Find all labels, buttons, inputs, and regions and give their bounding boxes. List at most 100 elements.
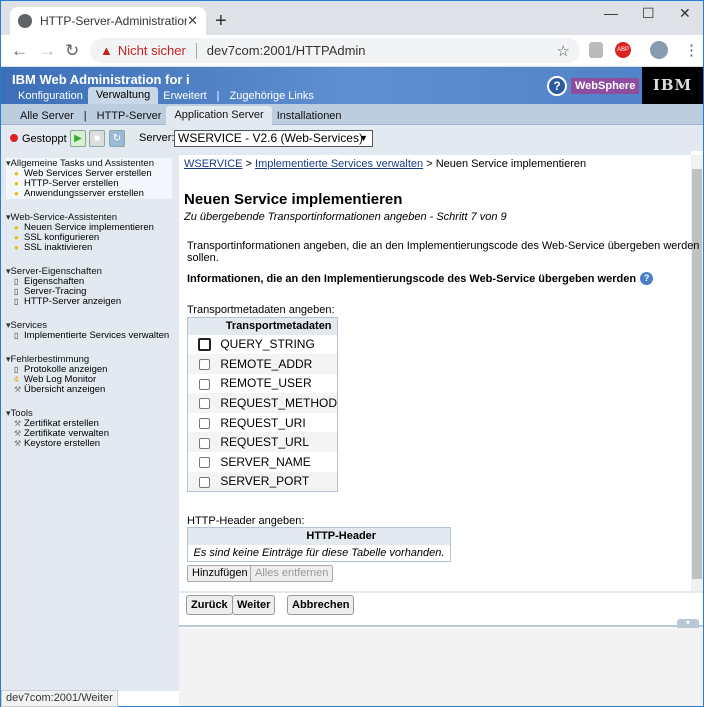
checkbox[interactable] [198,418,210,429]
wizard-icon: ● [14,243,19,252]
breadcrumb-services[interactable]: Implementierte Services verwalten [255,158,423,170]
server-select-value: WSERVICE - V2.6 (Web-Services) [178,131,363,145]
address-bar[interactable]: ▲ Nicht sicher dev7com:2001/HTTPAdmin ☆ [90,38,580,63]
checkbox[interactable] [198,378,210,390]
wizard-icon: ● [14,169,19,178]
back-button[interactable]: Zurück [186,595,233,615]
scrollbar-thumb[interactable] [692,169,702,579]
subtab-application-server[interactable]: Application Server [166,106,272,125]
sidebar-group-ws-assistants: Web-Service-Assistenten ●Neuen Service i… [6,212,154,253]
checkbox[interactable] [198,437,210,449]
refresh-button[interactable]: ↻ [109,130,125,147]
monitor-icon: 4 [14,375,19,384]
sidebar-group-services: Services ▯Implementierte Services verwal… [6,320,170,341]
wizard-icon: ● [14,233,19,242]
column-header: HTTP-Header [232,527,451,545]
wizard-icon: ● [14,179,19,188]
table-row: REQUEST_METHOD [187,393,338,413]
transport-metadata-table: Transportmetadaten QUERY_STRING REMOTE_A… [187,317,338,492]
tab-erweitert[interactable]: Erweitert [158,90,211,102]
app-title: IBM Web Administration for i [12,72,190,87]
subtab-installationen[interactable]: Installationen [272,110,347,122]
status-bar-url: dev7com:2001/Weiter [1,690,118,707]
checkbox[interactable] [198,398,210,410]
globe-icon [18,14,32,28]
security-label[interactable]: Nicht sicher [118,43,186,58]
tab-separator: | [216,89,220,102]
document-icon: ▯ [14,331,19,340]
section-heading-text: Informationen, die an den Implementierun… [187,272,637,285]
websphere-logo: WebSphere [571,78,640,94]
help-icon[interactable]: ? [547,76,567,96]
collapse-icon[interactable]: ▼ [677,619,699,628]
tab-verwaltung[interactable]: Verwaltung [87,87,159,104]
url-text[interactable]: dev7com:2001/HTTPAdmin [207,43,366,58]
sidebar-item[interactable]: ▯ HTTP-Server anzeigen [6,297,121,307]
tab-title: HTTP-Server-Administration auf IBM [40,14,188,28]
remove-all-button[interactable]: Alles entfernen [250,565,334,582]
close-window-button[interactable]: ✕ [679,5,691,22]
header-select [187,317,221,335]
sidebar-item[interactable]: ● SSL inaktivieren [6,243,154,253]
column-header: Transportmetadaten [220,317,338,335]
forward-icon[interactable]: → [39,41,56,61]
back-icon[interactable]: ← [11,41,28,61]
bookmark-star-icon[interactable]: ☆ [557,42,570,60]
server-label: Server: [139,132,175,144]
tab-zugehoerige-links[interactable]: Zugehörige Links [225,90,319,102]
close-tab-icon[interactable]: ✕ [187,13,198,29]
page-description: Transportinformationen angeben, die an d… [187,240,700,264]
table-row: SERVER_PORT [187,471,338,492]
table-row: REQUEST_URL [187,432,338,453]
breadcrumb: WSERVICE > Implementierte Services verwa… [184,158,586,170]
cancel-button[interactable]: Abbrechen [287,595,355,615]
start-button[interactable]: ▶ [70,130,86,147]
cell: REMOTE_ADDR [220,354,338,374]
subtab-http-server[interactable]: HTTP-Server [92,110,167,122]
divider [195,42,197,59]
checkbox[interactable] [198,359,210,371]
checkbox[interactable] [198,476,210,488]
sidebar-item[interactable]: ▯ Implementierte Services verwalten [6,331,169,341]
sidebar-item[interactable]: ● Anwendungsserver erstellen [6,189,172,199]
checkbox[interactable] [197,338,211,352]
http-header-label: HTTP-Header angeben: [187,515,305,527]
maximize-button[interactable]: ☐ [642,5,655,22]
sidebar-item[interactable]: ⚒ Übersicht anzeigen [6,385,107,395]
cell: SERVER_PORT [220,471,338,492]
document-icon: ▯ [14,287,19,296]
breadcrumb-sep: > [423,158,436,170]
cell: REQUEST_URI [220,415,306,430]
header-select [187,527,233,545]
subtab-alle-server[interactable]: Alle Server [15,110,79,122]
wrench-icon: ⚒ [14,429,22,438]
cell: QUERY_STRING [220,337,315,352]
table-row: REMOTE_USER [188,374,338,394]
sidebar-group-tools: Tools ⚒Zertifikat erstellen ⚒Zertifikate… [6,408,109,449]
checkbox[interactable] [198,457,210,469]
breadcrumb-sep: > [242,158,256,170]
next-button[interactable]: Weiter [232,595,276,615]
help-icon[interactable]: ? [640,272,654,285]
menu-icon[interactable]: ⋮ [684,41,699,59]
warning-icon: ▲ [100,43,113,58]
add-button[interactable]: Hinzufügen [187,565,253,582]
server-select[interactable]: WSERVICE - V2.6 (Web-Services) ▼ [174,130,373,147]
minimize-button[interactable]: — [604,5,618,21]
tab-konfiguration[interactable]: Konfiguration [13,90,88,102]
reload-icon[interactable]: ↻ [65,41,79,61]
breadcrumb-wservice[interactable]: WSERVICE [184,158,242,170]
stopped-status-icon [10,134,18,142]
adblock-icon[interactable]: ABP [615,42,631,58]
ibm-logo: IBM [642,67,703,104]
subtab-separator: | [83,109,87,122]
extension-icon[interactable] [589,42,603,58]
browser-tab[interactable]: HTTP-Server-Administration auf IBM✕ [10,7,206,35]
stop-button[interactable]: ■ [89,130,105,147]
sidebar-item[interactable]: ⚒ Keystore erstellen [6,439,109,449]
http-header-table: HTTP-Header Es sind keine Einträge für d… [187,527,451,562]
avatar[interactable] [650,41,668,59]
wrench-icon: ⚒ [14,419,22,428]
transport-metadata-label: Transportmetadaten angeben: [187,304,335,316]
new-tab-button[interactable]: + [215,10,227,33]
